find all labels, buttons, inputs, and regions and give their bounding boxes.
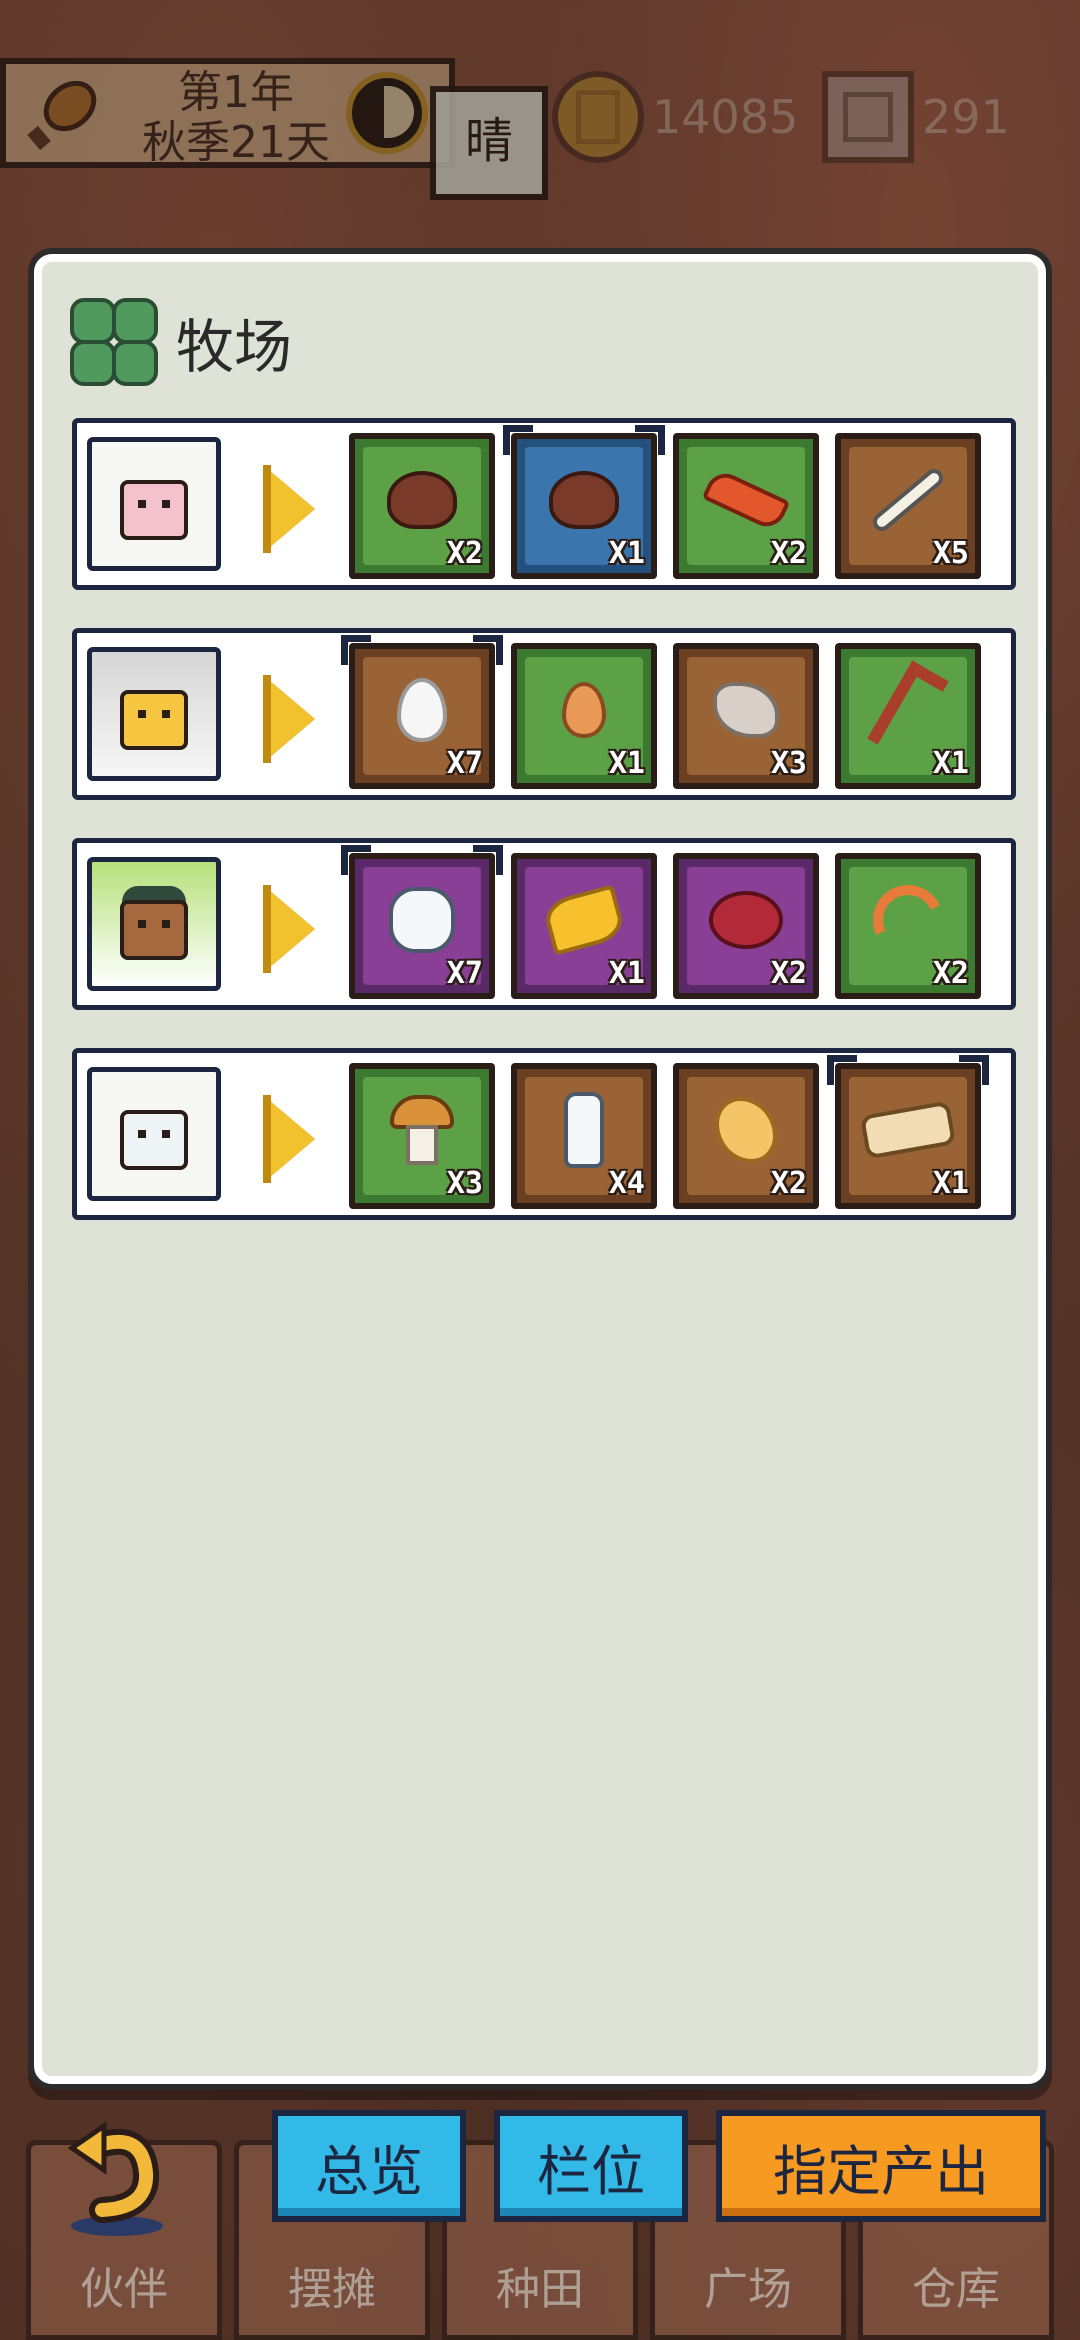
milk-bottle-icon — [564, 1092, 604, 1168]
item-qty: X7 — [446, 746, 483, 781]
bacon-icon — [701, 467, 791, 533]
item-qty: X2 — [446, 536, 483, 571]
panel-title: 牧场 — [176, 313, 293, 381]
brown-egg-icon — [562, 682, 606, 738]
output-item[interactable]: X3 — [673, 643, 819, 789]
output-item-selected[interactable]: X1 — [503, 425, 665, 579]
item-qty: X1 — [608, 956, 645, 991]
animal-slot[interactable] — [87, 857, 221, 991]
item-qty: X1 — [932, 746, 969, 781]
drumstick-icon — [867, 660, 949, 760]
item-qty: X1 — [608, 746, 645, 781]
ranch-row-brown-cow: X7 X1 X2 X2 — [72, 838, 1016, 1010]
pig-icon — [120, 480, 188, 540]
clover-icon — [66, 294, 162, 390]
white-egg-icon — [397, 678, 447, 742]
ranch-row-pig: X2 X1 X2 X5 — [72, 418, 1016, 590]
output-item[interactable]: X4 — [511, 1063, 657, 1209]
chick-icon — [120, 690, 188, 750]
bread-icon — [859, 1100, 957, 1160]
output-item-selected[interactable]: X7 — [341, 635, 503, 789]
arrow-right-icon — [263, 465, 315, 553]
nav-label-partner: 伙伴 — [80, 2264, 168, 2315]
item-qty: X1 — [608, 536, 645, 571]
item-qty: X3 — [446, 1166, 483, 1201]
milk-jar-icon — [389, 887, 455, 953]
mushroom-icon — [390, 1095, 454, 1165]
arrow-right-icon — [263, 885, 315, 973]
output-item[interactable]: X1 — [511, 643, 657, 789]
output-item[interactable]: X5 — [835, 433, 981, 579]
output-item[interactable]: X2 — [349, 433, 495, 579]
output-item[interactable]: X1 — [835, 643, 981, 789]
nut-icon — [387, 471, 457, 529]
feather-icon — [713, 682, 779, 738]
ranch-panel: 牧场 X2 X1 X2 X5 X7 X1 X3 X1 X7 X1 X2 X2 X… — [34, 254, 1046, 2084]
bone-icon — [869, 465, 947, 535]
arrow-right-icon — [263, 1095, 315, 1183]
output-item-selected[interactable]: X7 — [341, 845, 503, 999]
output-item[interactable]: X2 — [673, 853, 819, 999]
output-item-selected[interactable]: X1 — [827, 1055, 989, 1209]
nav-label-plaza: 广场 — [704, 2264, 792, 2315]
nut-icon — [549, 471, 619, 529]
output-item[interactable]: X2 — [673, 1063, 819, 1209]
output-item[interactable]: X3 — [349, 1063, 495, 1209]
ranch-row-white-cow: X3 X4 X2 X1 — [72, 1048, 1016, 1220]
output-item[interactable]: X2 — [673, 433, 819, 579]
slots-button[interactable]: 栏位 — [494, 2110, 688, 2222]
steak-icon — [709, 891, 783, 949]
butter-icon — [715, 1097, 777, 1163]
item-qty: X4 — [608, 1166, 645, 1201]
overview-button[interactable]: 总览 — [272, 2110, 466, 2222]
item-qty: X3 — [770, 746, 807, 781]
worm-icon — [863, 875, 953, 965]
item-qty: X7 — [446, 956, 483, 991]
item-qty: X5 — [932, 536, 969, 571]
white-cow-icon — [120, 1110, 188, 1170]
specify-output-button[interactable]: 指定产出 — [716, 2110, 1046, 2222]
animal-slot[interactable] — [87, 647, 221, 781]
item-qty: X2 — [770, 1166, 807, 1201]
item-qty: X2 — [932, 956, 969, 991]
item-qty: X2 — [770, 956, 807, 991]
brown-cow-icon — [120, 900, 188, 960]
arrow-right-icon — [263, 675, 315, 763]
nav-label-farm: 种田 — [496, 2264, 584, 2315]
output-item[interactable]: X2 — [835, 853, 981, 999]
nav-label-stall: 摆摊 — [288, 2264, 376, 2315]
panel-header: 牧场 — [66, 292, 292, 392]
animal-slot[interactable] — [87, 1067, 221, 1201]
item-qty: X2 — [770, 536, 807, 571]
animal-slot[interactable] — [87, 437, 221, 571]
return-icon[interactable] — [62, 2118, 172, 2238]
cheese-icon — [541, 884, 627, 956]
output-item[interactable]: X1 — [511, 853, 657, 999]
nav-label-warehouse: 仓库 — [912, 2264, 1000, 2315]
ranch-row-chick: X7 X1 X3 X1 — [72, 628, 1016, 800]
item-qty: X1 — [932, 1166, 969, 1201]
